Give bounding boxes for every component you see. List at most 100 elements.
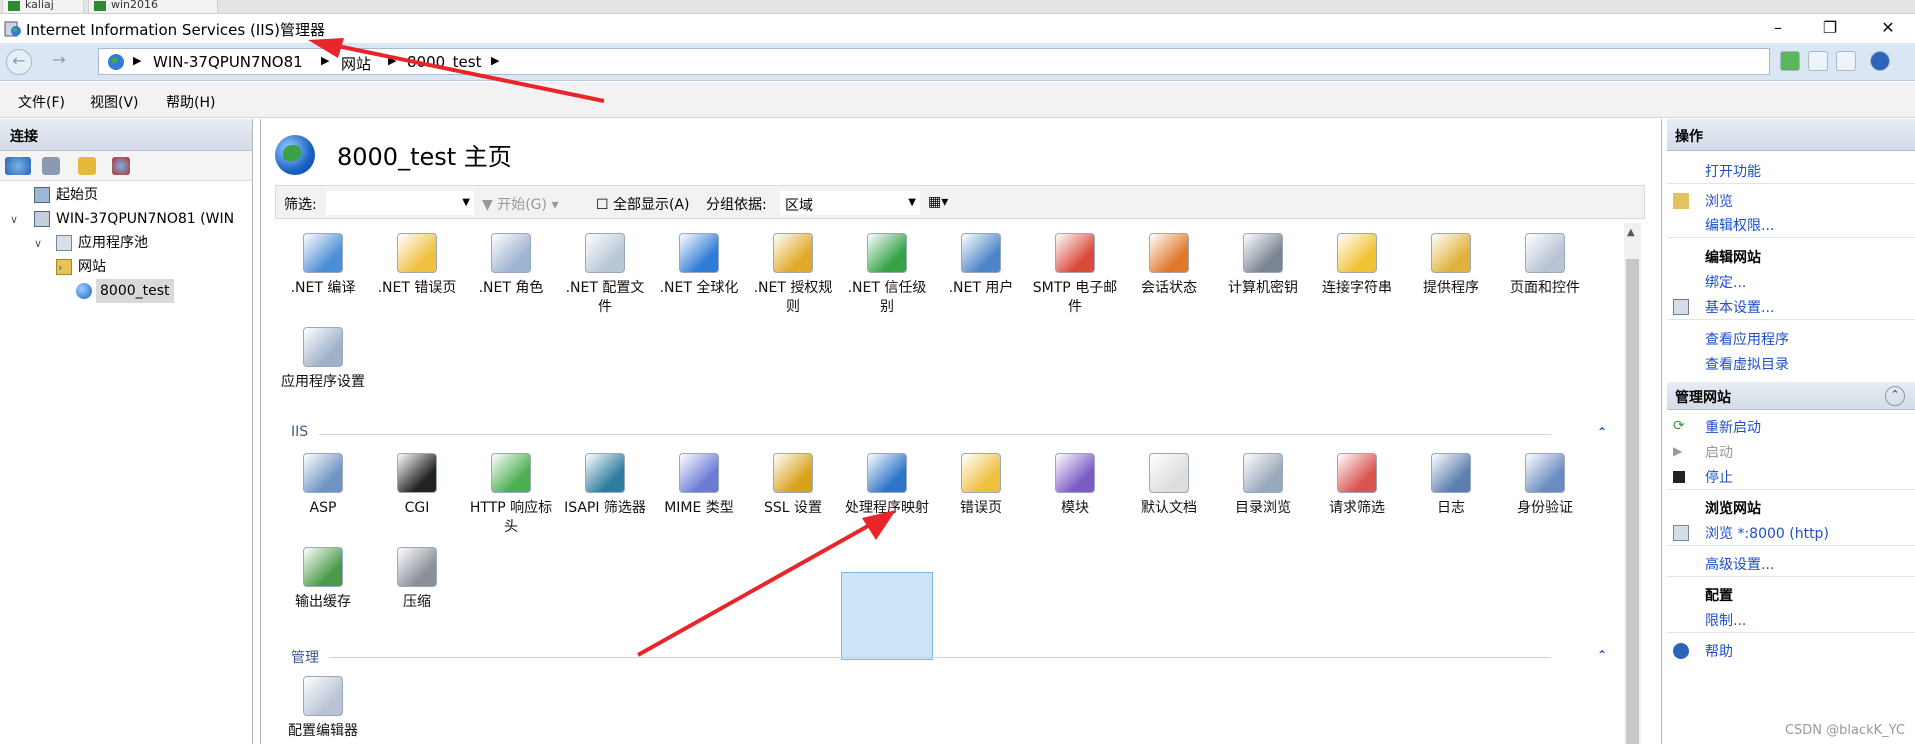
action-start[interactable]: ▶ 启动 [1673, 442, 1733, 462]
disconnect-icon[interactable] [112, 157, 130, 175]
feature-session-state[interactable]: 会话状态 [1123, 233, 1215, 298]
action-edit-permissions[interactable]: 编辑权限... [1705, 215, 1774, 235]
divider [1667, 319, 1915, 320]
vertical-scrollbar[interactable]: ▲ [1624, 223, 1641, 744]
dotnet-profile-icon [585, 233, 625, 273]
breadcrumb[interactable]: ▶ WIN-37QPUN7NO81 ▶ 网站 ▶ 8000_test ▶ [98, 48, 1770, 75]
collapse-group-icon[interactable]: ⌃ [1597, 648, 1607, 662]
menu-help[interactable]: 帮助(H) [166, 92, 215, 112]
menu-file[interactable]: 文件(F) [18, 92, 65, 112]
action-browse[interactable]: 浏览 [1673, 191, 1733, 211]
action-browse-8000[interactable]: 浏览 *:8000 (http) [1673, 523, 1829, 543]
feature-dotnet-authorization[interactable]: .NET 授权规则 [747, 233, 839, 317]
connections-title: 连接 [0, 119, 252, 151]
feature-request-filtering[interactable]: 请求筛选 [1311, 453, 1403, 518]
feature-cgi[interactable]: CGI [371, 453, 463, 518]
feature-machine-key[interactable]: 计算机密钥 [1217, 233, 1309, 298]
feature-label: ISAPI 筛选器 [564, 500, 646, 516]
providers-icon [1431, 233, 1471, 273]
feature-config-editor[interactable]: 配置编辑器 [277, 676, 369, 741]
action-bindings[interactable]: 绑定... [1705, 272, 1746, 292]
group-by-select[interactable]: 区域 ▼ [780, 191, 920, 215]
action-help[interactable]: 帮助 [1673, 641, 1733, 661]
feature-dotnet-error-pages[interactable]: .NET 错误页 [371, 233, 463, 298]
feature-connection-strings[interactable]: 连接字符串 [1311, 233, 1403, 298]
refresh-icon[interactable] [1780, 51, 1800, 71]
collapse-chevron-icon[interactable]: ∨ [10, 213, 18, 226]
feature-compression[interactable]: 压缩 [371, 547, 463, 612]
scroll-up-icon[interactable]: ▲ [1627, 227, 1635, 238]
window-title: Internet Information Services (IIS)管理器 [26, 21, 326, 39]
feature-default-document[interactable]: 默认文档 [1123, 453, 1215, 518]
expand-chevron-icon[interactable]: › [58, 261, 62, 274]
action-view-vdirs[interactable]: 查看虚拟目录 [1705, 354, 1789, 374]
view-mode-icon[interactable]: ▦▾ [928, 194, 948, 210]
back-button[interactable]: ← [6, 49, 32, 75]
breadcrumb-server[interactable]: WIN-37QPUN7NO81 [153, 53, 303, 71]
feature-output-caching[interactable]: 输出缓存 [277, 547, 369, 612]
feature-pages-controls[interactable]: 页面和控件 [1499, 233, 1591, 298]
forward-button[interactable]: → [46, 49, 72, 75]
tab-win2016[interactable]: win2016 [88, 0, 218, 14]
breadcrumb-sites[interactable]: 网站 [341, 53, 371, 74]
feature-smtp-email[interactable]: SMTP 电子邮件 [1029, 233, 1121, 317]
up-folder-icon[interactable] [78, 157, 96, 175]
feature-dotnet-trust[interactable]: .NET 信任级别 [841, 233, 933, 317]
collapse-group-icon[interactable]: ⌃ [1597, 425, 1607, 439]
feature-logging[interactable]: 日志 [1405, 453, 1497, 518]
stop-icon[interactable] [1808, 51, 1828, 71]
feature-handler-mappings[interactable]: 处理程序映射 [841, 453, 933, 518]
show-all-button[interactable]: ☐ 全部显示(A) [596, 194, 690, 214]
feature-mime-types[interactable]: MIME 类型 [653, 453, 745, 518]
feature-error-pages[interactable]: 错误页 [935, 453, 1027, 518]
feature-isapi-filters[interactable]: ISAPI 筛选器 [559, 453, 651, 518]
scrollbar-thumb[interactable] [1626, 259, 1639, 744]
feature-dotnet-profile[interactable]: .NET 配置文件 [559, 233, 651, 317]
action-restart[interactable]: ⟳ 重新启动 [1673, 417, 1761, 437]
connect-icon[interactable] [5, 157, 31, 175]
action-open-feature[interactable]: 打开功能 [1705, 161, 1761, 181]
group-by-label: 分组依据: [706, 197, 767, 213]
action-limits[interactable]: 限制... [1705, 610, 1746, 630]
collapse-section-icon[interactable]: ⌃ [1885, 386, 1905, 406]
feature-dotnet-users[interactable]: .NET 用户 [935, 233, 1027, 298]
close-button[interactable]: ✕ [1868, 17, 1908, 41]
divider [1667, 183, 1915, 184]
divider [1667, 545, 1915, 546]
machine-key-icon [1243, 233, 1283, 273]
error-pages-icon [961, 453, 1001, 493]
menu-view[interactable]: 视图(V) [90, 92, 139, 112]
minimize-button[interactable]: – [1758, 17, 1798, 41]
filter-input[interactable]: ▼ [326, 191, 474, 215]
help-icon[interactable] [1870, 51, 1890, 71]
action-advanced-settings[interactable]: 高级设置... [1705, 554, 1774, 574]
home-icon[interactable] [1836, 51, 1856, 71]
feature-authentication[interactable]: 身份验证 [1499, 453, 1591, 518]
restore-button[interactable]: ❐ [1810, 17, 1850, 41]
save-icon[interactable] [42, 157, 60, 175]
feature-http-headers[interactable]: HTTP 响应标头 [465, 453, 557, 537]
feature-asp[interactable]: ASP [277, 453, 369, 518]
feature-ssl-settings[interactable]: SSL 设置 [747, 453, 839, 518]
action-view-apps[interactable]: 查看应用程序 [1705, 329, 1789, 349]
feature-label: .NET 错误页 [377, 280, 457, 296]
feature-providers[interactable]: 提供程序 [1405, 233, 1497, 298]
feature-app-settings[interactable]: 应用程序设置 [277, 327, 369, 392]
go-button[interactable]: ▼ 开始(G) ▾ [482, 194, 558, 214]
feature-dotnet-globalization[interactable]: .NET 全球化 [653, 233, 745, 298]
feature-label: .NET 信任级别 [847, 280, 927, 315]
feature-label: SSL 设置 [763, 500, 823, 516]
feature-dotnet-roles[interactable]: .NET 角色 [465, 233, 557, 298]
feature-modules[interactable]: 模块 [1029, 453, 1121, 518]
feature-dotnet-compile[interactable]: .NET 编译 [277, 233, 369, 298]
tab-kaliaj[interactable]: kaliaj [2, 0, 84, 14]
feature-label: 错误页 [960, 500, 1002, 516]
feature-label: 提供程序 [1423, 280, 1479, 296]
action-basic-settings[interactable]: 基本设置... [1673, 297, 1774, 317]
breadcrumb-site[interactable]: 8000_test [407, 53, 481, 71]
feature-label: 目录浏览 [1235, 500, 1291, 516]
action-stop[interactable]: 停止 [1673, 467, 1733, 487]
collapse-chevron-icon[interactable]: ∨ [34, 237, 42, 250]
server-icon [34, 211, 50, 227]
feature-directory-browsing[interactable]: 目录浏览 [1217, 453, 1309, 518]
